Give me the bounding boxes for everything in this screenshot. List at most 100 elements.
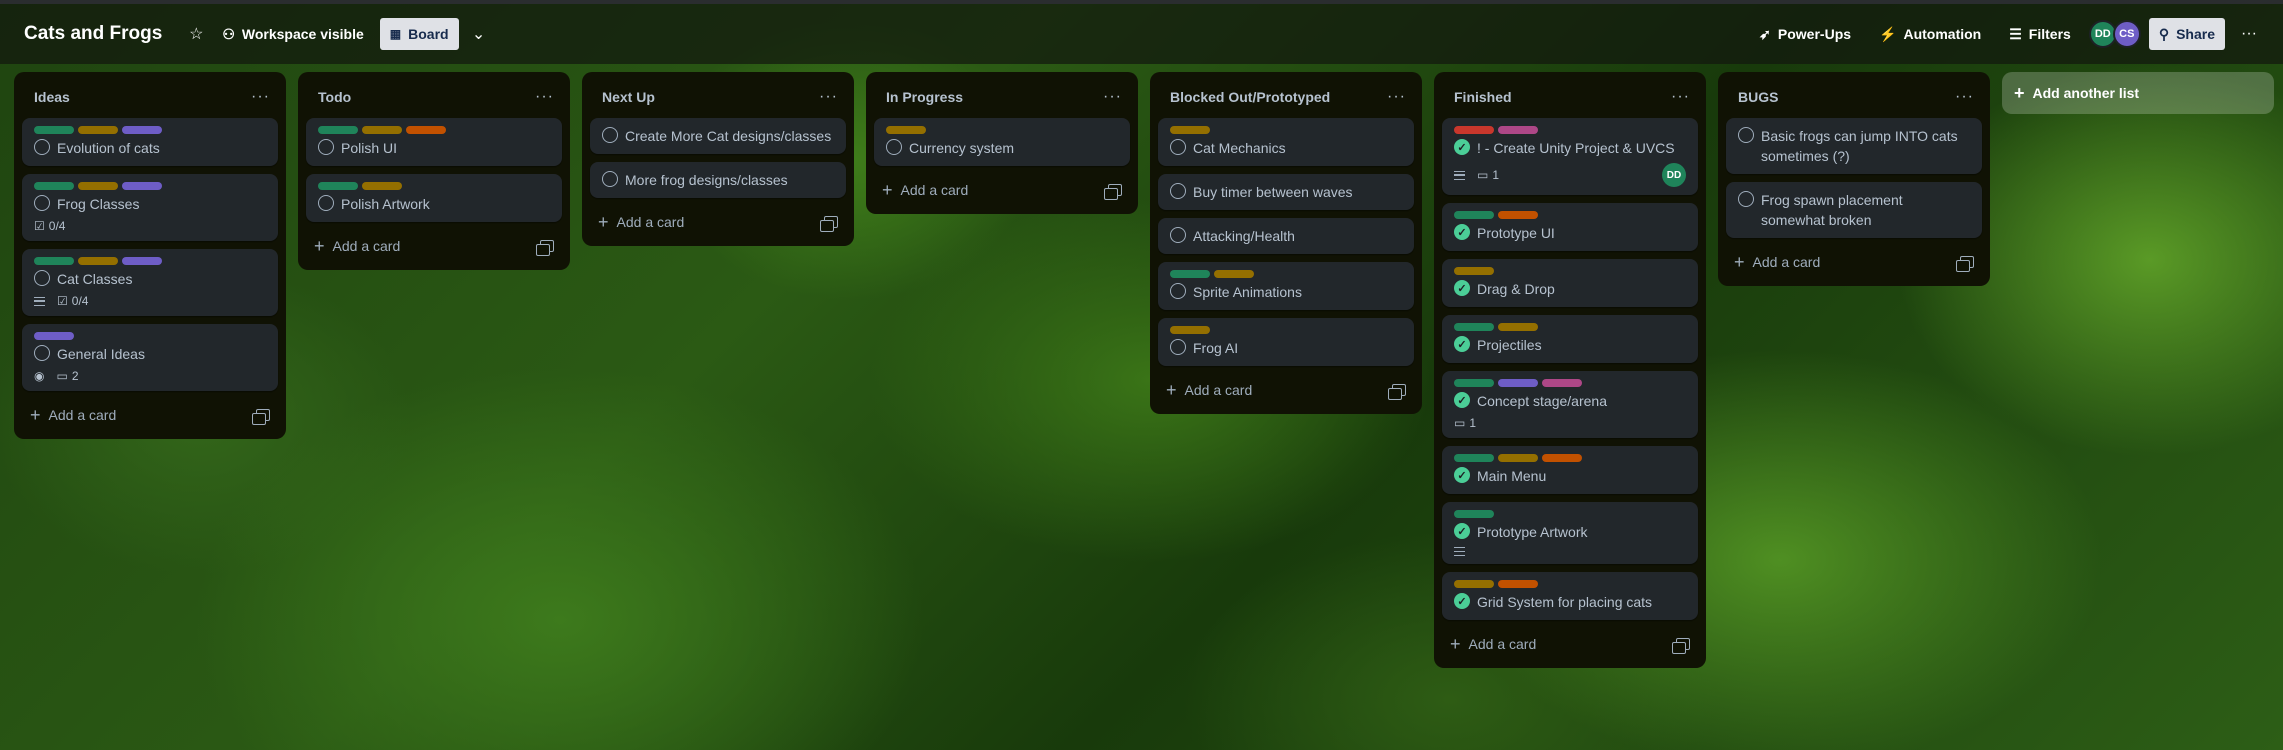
card[interactable]: ✓ Concept stage/arena ▭ 1 xyxy=(1442,371,1698,438)
label-yellow[interactable] xyxy=(78,182,118,190)
complete-check-icon[interactable]: ✓ xyxy=(1454,467,1470,483)
card[interactable]: Currency system xyxy=(874,118,1130,166)
card[interactable]: ✓ Grid System for placing cats xyxy=(1442,572,1698,620)
complete-circle-icon[interactable] xyxy=(34,345,50,361)
complete-circle-icon[interactable] xyxy=(34,139,50,155)
more-options-icon[interactable]: ··· xyxy=(2233,18,2265,50)
avatar[interactable]: CS xyxy=(2112,20,2141,48)
label-yellow[interactable] xyxy=(1498,323,1538,331)
list-title[interactable]: Finished xyxy=(1454,89,1512,105)
automation-button[interactable]: ⚡ Automation xyxy=(1869,18,1991,50)
complete-circle-icon[interactable] xyxy=(318,195,334,211)
list-title[interactable]: BUGS xyxy=(1738,89,1778,105)
list-title[interactable]: Todo xyxy=(318,89,351,105)
add-card-button[interactable]: + Add a card xyxy=(30,406,116,424)
more-options-icon[interactable]: ··· xyxy=(1103,88,1122,106)
list-header[interactable]: In Progress ··· xyxy=(874,80,1130,114)
complete-circle-icon[interactable] xyxy=(1170,183,1186,199)
card[interactable]: Polish Artwork xyxy=(306,174,562,222)
card[interactable]: ✓ Prototype UI xyxy=(1442,203,1698,251)
card[interactable]: Basic frogs can jump INTO cats sometimes… xyxy=(1726,118,1982,174)
card[interactable]: ✓ Main Menu xyxy=(1442,446,1698,494)
label-yellow[interactable] xyxy=(362,126,402,134)
complete-circle-icon[interactable] xyxy=(34,195,50,211)
complete-check-icon[interactable]: ✓ xyxy=(1454,392,1470,408)
card[interactable]: ✓ ! - Create Unity Project & UVCS ▭ 1 DD xyxy=(1442,118,1698,195)
list-title[interactable]: In Progress xyxy=(886,89,963,105)
label-yellow[interactable] xyxy=(78,257,118,265)
list-title[interactable]: Ideas xyxy=(34,89,70,105)
label-purple[interactable] xyxy=(122,182,162,190)
add-card-button[interactable]: + Add a card xyxy=(1734,253,1820,271)
label-green[interactable] xyxy=(318,182,358,190)
card[interactable]: More frog designs/classes xyxy=(590,162,846,198)
more-options-icon[interactable]: ··· xyxy=(535,88,554,106)
card[interactable]: ✓ Prototype Artwork xyxy=(1442,502,1698,564)
share-button[interactable]: ⚲ Share xyxy=(2148,18,2225,50)
more-options-icon[interactable]: ··· xyxy=(1955,88,1974,106)
label-yellow[interactable] xyxy=(1454,267,1494,275)
card[interactable]: General Ideas ◉ ▭ 2 xyxy=(22,324,278,391)
label-green[interactable] xyxy=(34,257,74,265)
complete-circle-icon[interactable] xyxy=(602,171,618,187)
card[interactable]: Attacking/Health xyxy=(1158,218,1414,254)
label-orange[interactable] xyxy=(1498,211,1538,219)
complete-circle-icon[interactable] xyxy=(602,127,618,143)
complete-circle-icon[interactable] xyxy=(1170,283,1186,299)
complete-check-icon[interactable]: ✓ xyxy=(1454,523,1470,539)
label-yellow[interactable] xyxy=(1214,270,1254,278)
complete-check-icon[interactable]: ✓ xyxy=(1454,593,1470,609)
board-view-button[interactable]: ▦ Board xyxy=(379,18,459,50)
list-header[interactable]: Todo ··· xyxy=(306,80,562,114)
label-green[interactable] xyxy=(1454,379,1494,387)
label-green[interactable] xyxy=(34,182,74,190)
list-title[interactable]: Next Up xyxy=(602,89,655,105)
label-purple[interactable] xyxy=(122,126,162,134)
card[interactable]: Buy timer between waves xyxy=(1158,174,1414,210)
board-title[interactable]: Cats and Frogs xyxy=(24,23,162,45)
card[interactable]: Cat Mechanics xyxy=(1158,118,1414,166)
label-yellow[interactable] xyxy=(1498,454,1538,462)
label-green[interactable] xyxy=(34,126,74,134)
more-options-icon[interactable]: ··· xyxy=(1387,88,1406,106)
list-header[interactable]: Blocked Out/Prototyped ··· xyxy=(1158,80,1414,114)
complete-check-icon[interactable]: ✓ xyxy=(1454,139,1470,155)
more-options-icon[interactable]: ··· xyxy=(819,88,838,106)
label-green[interactable] xyxy=(1454,454,1494,462)
label-yellow[interactable] xyxy=(1170,126,1210,134)
card-template-icon[interactable] xyxy=(1388,384,1406,400)
star-icon[interactable]: ☆ xyxy=(180,18,212,50)
complete-check-icon[interactable]: ✓ xyxy=(1454,280,1470,296)
label-purple[interactable] xyxy=(1498,379,1538,387)
label-orange[interactable] xyxy=(1542,454,1582,462)
label-pink[interactable] xyxy=(1542,379,1582,387)
complete-check-icon[interactable]: ✓ xyxy=(1454,224,1470,240)
card-template-icon[interactable] xyxy=(536,240,554,256)
chevron-down-icon[interactable]: ⌄ xyxy=(463,18,495,50)
card[interactable]: ✓ Drag & Drop xyxy=(1442,259,1698,307)
label-yellow[interactable] xyxy=(78,126,118,134)
filters-button[interactable]: ☰ Filters xyxy=(1999,18,2081,50)
complete-circle-icon[interactable] xyxy=(1738,191,1754,207)
card[interactable]: Polish UI xyxy=(306,118,562,166)
card-template-icon[interactable] xyxy=(1956,256,1974,272)
card[interactable]: Sprite Animations xyxy=(1158,262,1414,310)
complete-circle-icon[interactable] xyxy=(1170,339,1186,355)
avatar[interactable]: DD xyxy=(1662,163,1686,187)
label-purple[interactable] xyxy=(122,257,162,265)
label-orange[interactable] xyxy=(1498,580,1538,588)
label-pink[interactable] xyxy=(1498,126,1538,134)
card-template-icon[interactable] xyxy=(1104,184,1122,200)
workspace-visibility-button[interactable]: ⚇ Workspace visible xyxy=(212,18,373,50)
label-yellow[interactable] xyxy=(362,182,402,190)
list-header[interactable]: Finished ··· xyxy=(1442,80,1698,114)
card[interactable]: Evolution of cats xyxy=(22,118,278,166)
add-card-button[interactable]: + Add a card xyxy=(1166,381,1252,399)
card[interactable]: ✓ Projectiles xyxy=(1442,315,1698,363)
label-green[interactable] xyxy=(1454,510,1494,518)
more-options-icon[interactable]: ··· xyxy=(1671,88,1690,106)
label-orange[interactable] xyxy=(406,126,446,134)
complete-circle-icon[interactable] xyxy=(318,139,334,155)
card[interactable]: Frog spawn placement somewhat broken xyxy=(1726,182,1982,238)
card-template-icon[interactable] xyxy=(252,409,270,425)
